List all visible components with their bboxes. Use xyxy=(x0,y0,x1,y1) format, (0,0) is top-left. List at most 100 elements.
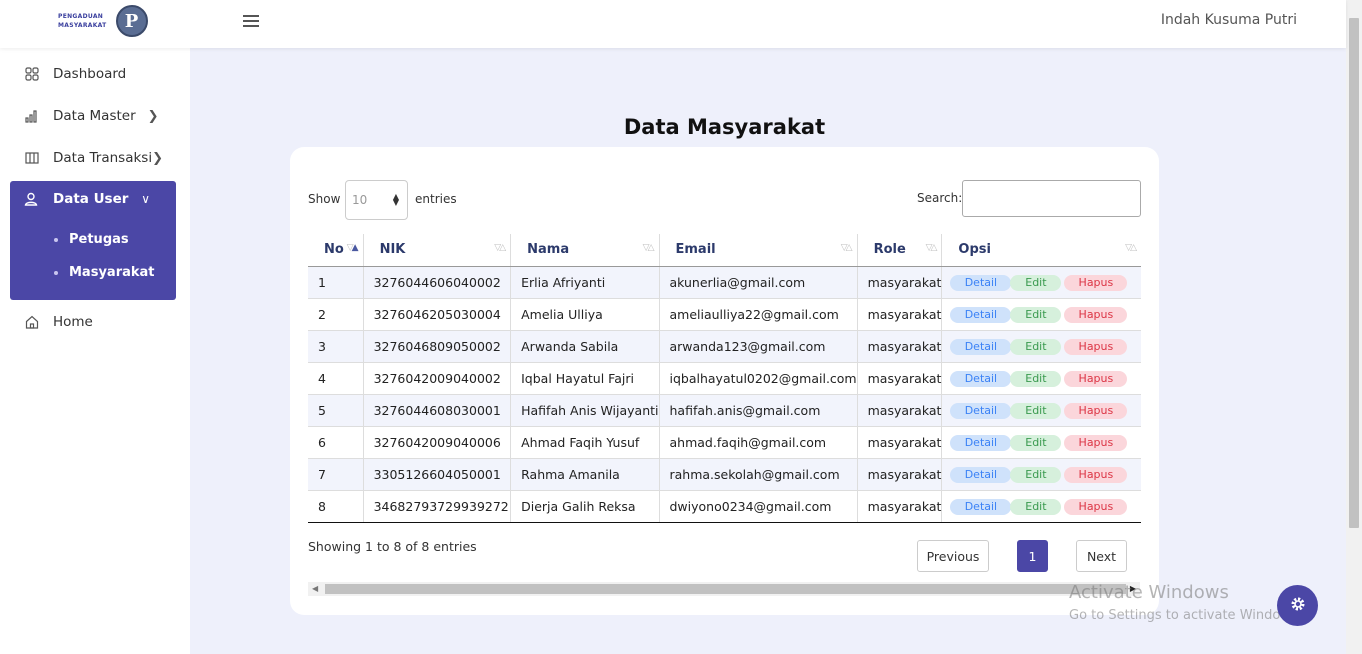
cell-no: 2 xyxy=(308,298,364,331)
cell-no: 5 xyxy=(308,394,364,427)
table-row: 6 3276042009040006 Ahmad Faqih Yusuf ahm… xyxy=(308,426,1141,459)
brand-line-2: MASYARAKAT xyxy=(58,22,107,29)
edit-button[interactable]: Edit xyxy=(1010,370,1062,387)
sort-icon: ▽△ xyxy=(840,243,853,253)
detail-button[interactable]: Detail xyxy=(950,338,1012,355)
brand-line-1: PENGADUAN xyxy=(58,13,104,20)
sidebar-item-label: Dashboard xyxy=(53,66,127,82)
cell-opsi: Detail Edit Hapus xyxy=(941,426,1141,459)
search-input[interactable] xyxy=(962,180,1141,217)
select-arrows-icon: ▲ ▼ xyxy=(392,192,399,207)
detail-button[interactable]: Detail xyxy=(950,434,1012,451)
brand-logo[interactable]: PENGADUAN MASYARAKAT P xyxy=(58,5,148,37)
cell-opsi: Detail Edit Hapus xyxy=(941,458,1141,491)
column-header-nik[interactable]: NIK ▽△ xyxy=(363,234,512,267)
column-header-opsi[interactable]: Opsi ▽△ xyxy=(941,234,1141,267)
cell-nik: 3276042009040002 xyxy=(363,362,512,395)
edit-button[interactable]: Edit xyxy=(1010,306,1062,323)
sidebar-item-data-transaksi[interactable]: Data Transaksi ❯ xyxy=(24,147,163,169)
chevron-right-icon: ❯ xyxy=(147,108,159,124)
brand-emblem: P xyxy=(115,5,148,37)
cell-opsi: Detail Edit Hapus xyxy=(941,490,1141,523)
cell-opsi: Detail Edit Hapus xyxy=(941,362,1141,395)
pagination-next-button[interactable]: Next xyxy=(1076,540,1127,572)
delete-button[interactable]: Hapus xyxy=(1064,306,1128,323)
table-info: Showing 1 to 8 of 8 entries xyxy=(308,539,477,554)
settings-gear-button[interactable] xyxy=(1277,585,1318,626)
edit-button[interactable]: Edit xyxy=(1010,338,1062,355)
detail-button[interactable]: Detail xyxy=(950,402,1012,419)
user-name[interactable]: Indah Kusuma Putri xyxy=(1161,12,1297,28)
sidebar-subitem-masyarakat[interactable]: Masyarakat xyxy=(54,265,155,280)
column-header-label: Role xyxy=(873,242,906,258)
sidebar-item-data-user[interactable]: Data User xyxy=(24,191,128,207)
cell-no: 6 xyxy=(308,426,364,459)
column-header-no[interactable]: No ▽▲ xyxy=(308,234,364,267)
scroll-left-icon[interactable]: ◀ xyxy=(312,584,318,593)
cell-email: ahmad.faqih@gmail.com xyxy=(659,426,858,459)
delete-button[interactable]: Hapus xyxy=(1064,402,1128,419)
edit-button[interactable]: Edit xyxy=(1010,434,1062,451)
detail-button[interactable]: Detail xyxy=(950,306,1012,323)
cell-role: masyarakat xyxy=(857,458,943,491)
delete-button[interactable]: Hapus xyxy=(1064,370,1128,387)
sort-icon: ▽△ xyxy=(494,243,506,253)
detail-button[interactable]: Detail xyxy=(950,274,1012,291)
cell-nik: 3305126604050001 xyxy=(363,458,512,491)
pagination-previous-button[interactable]: Previous xyxy=(917,540,989,572)
entries-select-value: 10 xyxy=(352,193,368,207)
column-header-role[interactable]: Role ▽△ xyxy=(857,234,943,267)
pagination-page-button[interactable]: 1 xyxy=(1017,540,1048,572)
sidebar-item-dashboard[interactable]: Dashboard xyxy=(24,63,126,85)
detail-button[interactable]: Detail xyxy=(950,498,1012,515)
table-row: 3 3276046809050002 Arwanda Sabila arwand… xyxy=(308,330,1141,363)
delete-button[interactable]: Hapus xyxy=(1064,274,1128,291)
sidebar-subitem-petugas[interactable]: Petugas xyxy=(54,232,129,247)
cell-no: 4 xyxy=(308,362,364,395)
entries-label: entries xyxy=(415,192,457,206)
sidebar-subitem-label: Petugas xyxy=(69,232,129,247)
sort-asc-icon: ▽▲ xyxy=(346,243,359,253)
cell-role: masyarakat xyxy=(857,394,943,427)
sidebar-item-data-master[interactable]: Data Master ❯ xyxy=(24,105,159,127)
search-label: Search: xyxy=(917,191,963,205)
column-header-label: Opsi xyxy=(958,242,991,258)
entries-select[interactable]: 10 ▲ ▼ xyxy=(345,180,408,220)
cell-nik: 3276046205030004 xyxy=(363,298,512,331)
scrollbar-thumb[interactable] xyxy=(325,584,1126,594)
cell-nik: 3276042009040006 xyxy=(363,426,512,459)
edit-button[interactable]: Edit xyxy=(1010,274,1062,291)
cell-nama: Dierja Galih Reksa xyxy=(510,490,660,523)
cell-role: masyarakat xyxy=(857,490,943,523)
edit-button[interactable]: Edit xyxy=(1010,402,1062,419)
table-row: 1 3276044606040002 Erlia Afriyanti akune… xyxy=(308,266,1141,299)
brand-text: PENGADUAN MASYARAKAT xyxy=(58,12,107,30)
sidebar-item-label: Home xyxy=(53,314,93,330)
top-navbar: PENGADUAN MASYARAKAT P Indah Kusuma Putr… xyxy=(0,0,1346,48)
detail-button[interactable]: Detail xyxy=(950,370,1012,387)
edit-button[interactable]: Edit xyxy=(1010,466,1062,483)
delete-button[interactable]: Hapus xyxy=(1064,434,1128,451)
table-row: 2 3276046205030004 Amelia Ulliya ameliau… xyxy=(308,298,1141,331)
column-header-nama[interactable]: Nama ▽△ xyxy=(510,234,660,267)
detail-button[interactable]: Detail xyxy=(950,466,1012,483)
delete-button[interactable]: Hapus xyxy=(1064,498,1128,515)
cell-role: masyarakat xyxy=(857,330,943,363)
chevron-right-icon: ❯ xyxy=(152,150,163,166)
edit-button[interactable]: Edit xyxy=(1010,498,1062,515)
vertical-scrollbar[interactable] xyxy=(1346,0,1362,654)
show-label: Show xyxy=(308,192,341,206)
chevron-down-icon[interactable]: ∨ xyxy=(141,192,150,206)
delete-button[interactable]: Hapus xyxy=(1064,466,1128,483)
column-header-label: NIK xyxy=(379,242,406,258)
column-header-label: Email xyxy=(675,242,716,258)
menu-toggle-icon[interactable] xyxy=(243,15,259,29)
column-header-email[interactable]: Email ▽△ xyxy=(659,234,858,267)
cell-no: 7 xyxy=(308,458,364,491)
delete-button[interactable]: Hapus xyxy=(1064,338,1128,355)
cell-opsi: Detail Edit Hapus xyxy=(941,330,1141,363)
horizontal-scrollbar[interactable]: ◀ ▶ xyxy=(308,582,1140,596)
sidebar-item-home[interactable]: Home xyxy=(24,311,93,333)
scrollbar-thumb[interactable] xyxy=(1349,18,1359,528)
sort-icon: ▽△ xyxy=(925,243,938,253)
